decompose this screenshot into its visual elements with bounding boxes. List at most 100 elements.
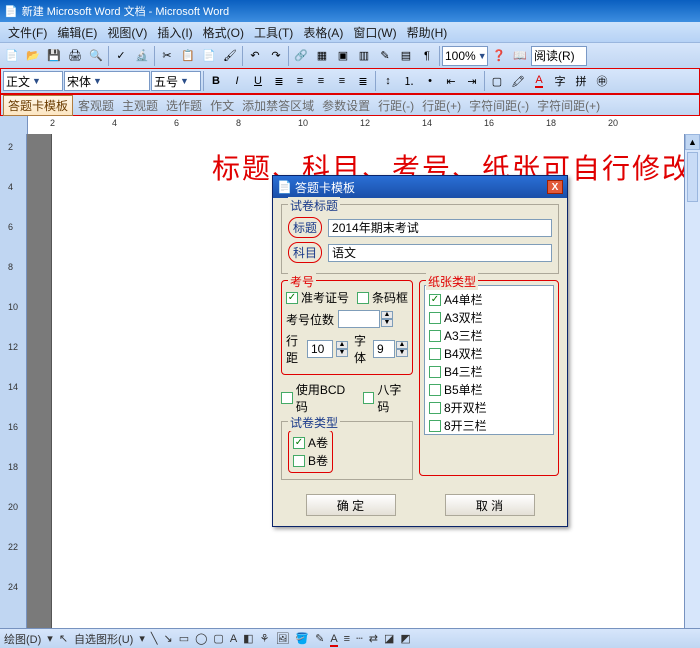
oval-icon[interactable]: ◯ bbox=[195, 632, 207, 645]
barcode-checkbox[interactable] bbox=[357, 292, 369, 304]
print-icon[interactable]: 🖨 bbox=[65, 46, 85, 66]
book-icon[interactable]: 📖 bbox=[510, 46, 530, 66]
align-both-icon[interactable]: ≣ bbox=[269, 71, 289, 91]
docmap-icon[interactable]: ▤ bbox=[396, 46, 416, 66]
highlight-icon[interactable]: 🖍 bbox=[508, 71, 528, 91]
align-center-icon[interactable]: ≡ bbox=[311, 71, 331, 91]
ok-button[interactable]: 确 定 bbox=[306, 494, 396, 516]
picture-icon[interactable]: 🖼 bbox=[275, 632, 289, 645]
b-checkbox[interactable] bbox=[293, 455, 305, 467]
paper-checkbox[interactable] bbox=[429, 330, 441, 342]
subject-input[interactable] bbox=[328, 244, 552, 262]
params-button[interactable]: 参数设置 bbox=[319, 96, 373, 115]
fontcolor2-icon[interactable]: A bbox=[330, 633, 337, 645]
paper-checkbox[interactable] bbox=[429, 384, 441, 396]
arrowstyle-icon[interactable]: ⇄ bbox=[369, 632, 378, 645]
fontcolor-icon[interactable]: A bbox=[529, 71, 549, 91]
choice-button[interactable]: 选作题 bbox=[163, 96, 205, 115]
font-spinner[interactable]: ▲▼ bbox=[396, 341, 408, 357]
linestyle-icon[interactable]: ≡ bbox=[344, 633, 350, 645]
cancel-button[interactable]: 取 消 bbox=[445, 494, 535, 516]
linecolor-icon[interactable]: ✎ bbox=[315, 632, 324, 645]
hyperlink-icon[interactable]: 🔗 bbox=[291, 46, 311, 66]
paper-option[interactable]: B4三栏 bbox=[429, 363, 549, 380]
paper-checkbox[interactable] bbox=[429, 348, 441, 360]
para-icon[interactable]: ¶ bbox=[417, 46, 437, 66]
align-dist-icon[interactable]: ≣ bbox=[353, 71, 373, 91]
paste-icon[interactable]: 📄 bbox=[199, 46, 219, 66]
paper-option[interactable]: ✓A4单栏 bbox=[429, 291, 549, 308]
fillcolor-icon[interactable]: 🪣 bbox=[295, 632, 309, 645]
table-icon[interactable]: ▦ bbox=[312, 46, 332, 66]
menu-window[interactable]: 窗口(W) bbox=[349, 24, 400, 41]
paper-checkbox[interactable] bbox=[429, 402, 441, 414]
read-mode-button[interactable]: 阅读(R) bbox=[531, 46, 587, 66]
bold-icon[interactable]: B bbox=[206, 71, 226, 91]
menu-edit[interactable]: 编辑(E) bbox=[53, 24, 101, 41]
linesp-minus-button[interactable]: 行距(-) bbox=[375, 96, 417, 115]
enclose-icon[interactable]: ㊥ bbox=[592, 71, 612, 91]
paper-listbox[interactable]: ✓A4单栏A3双栏A3三栏B4双栏B4三栏B5单栏8开双栏8开三栏32开大32开 bbox=[424, 285, 554, 435]
paper-option[interactable]: B5单栏 bbox=[429, 381, 549, 398]
numlist-icon[interactable]: ⒈ bbox=[399, 71, 419, 91]
line-icon[interactable]: ╲ bbox=[151, 632, 158, 645]
linesp-input[interactable] bbox=[307, 340, 333, 358]
scroll-up-icon[interactable]: ▲ bbox=[685, 134, 700, 150]
excel-icon[interactable]: ▣ bbox=[333, 46, 353, 66]
digits-input[interactable] bbox=[338, 310, 380, 328]
drawing-icon[interactable]: ✎ bbox=[375, 46, 395, 66]
align-right-icon[interactable]: ≡ bbox=[332, 71, 352, 91]
wordart-icon[interactable]: A bbox=[230, 633, 237, 645]
menu-tools[interactable]: 工具(T) bbox=[250, 24, 297, 41]
spell-icon[interactable]: ✓ bbox=[111, 46, 131, 66]
template-button[interactable]: 答题卡模板 bbox=[3, 95, 73, 116]
bullist-icon[interactable]: • bbox=[420, 71, 440, 91]
dialog-titlebar[interactable]: 📄 答题卡模板 X bbox=[273, 176, 567, 198]
paper-option[interactable]: B4双栏 bbox=[429, 345, 549, 362]
outdent-icon[interactable]: ⇤ bbox=[441, 71, 461, 91]
style-combo[interactable]: 正文▼ bbox=[3, 71, 63, 91]
menu-format[interactable]: 格式(O) bbox=[199, 24, 248, 41]
cut-icon[interactable]: ✂ bbox=[157, 46, 177, 66]
autoshapes-menu[interactable]: 自选图形(U) bbox=[74, 631, 133, 647]
size-combo[interactable]: 五号▼ bbox=[151, 71, 201, 91]
preview-icon[interactable]: 🔍 bbox=[86, 46, 106, 66]
clipart-icon[interactable]: ⚘ bbox=[260, 632, 270, 645]
zoom-combo[interactable]: 100%▼ bbox=[442, 46, 488, 66]
charshade-icon[interactable]: 字 bbox=[550, 71, 570, 91]
border-icon[interactable]: ▢ bbox=[487, 71, 507, 91]
indent-icon[interactable]: ⇥ bbox=[462, 71, 482, 91]
linespacing-icon[interactable]: ↕ bbox=[378, 71, 398, 91]
redo-icon[interactable]: ↷ bbox=[266, 46, 286, 66]
save-icon[interactable]: 💾 bbox=[44, 46, 64, 66]
close-icon[interactable]: X bbox=[547, 180, 563, 194]
help-icon[interactable]: ❓ bbox=[489, 46, 509, 66]
copy-icon[interactable]: 📋 bbox=[178, 46, 198, 66]
columns-icon[interactable]: ▥ bbox=[354, 46, 374, 66]
font-input[interactable] bbox=[373, 340, 395, 358]
menu-file[interactable]: 文件(F) bbox=[4, 24, 51, 41]
digits-spinner[interactable]: ▲▼ bbox=[381, 311, 393, 327]
font-combo[interactable]: 宋体▼ bbox=[64, 71, 150, 91]
a-checkbox[interactable]: ✓ bbox=[293, 437, 305, 449]
menu-insert[interactable]: 插入(I) bbox=[153, 24, 196, 41]
admit-checkbox[interactable]: ✓ bbox=[286, 292, 298, 304]
title-input[interactable] bbox=[328, 219, 552, 237]
textbox-icon[interactable]: ▢ bbox=[213, 632, 223, 645]
paper-checkbox[interactable]: ✓ bbox=[429, 294, 441, 306]
subjective-button[interactable]: 主观题 bbox=[119, 96, 161, 115]
essay-button[interactable]: 作文 bbox=[207, 96, 237, 115]
charsp-minus-button[interactable]: 字符间距(-) bbox=[466, 96, 532, 115]
format-painter-icon[interactable]: 🖌 bbox=[220, 46, 240, 66]
select-icon[interactable]: ↖ bbox=[59, 632, 68, 645]
linesp-plus-button[interactable]: 行距(+) bbox=[419, 96, 464, 115]
vertical-scrollbar[interactable]: ▲ bbox=[684, 134, 700, 628]
menu-view[interactable]: 视图(V) bbox=[103, 24, 151, 41]
linesp-spinner[interactable]: ▲▼ bbox=[336, 341, 348, 357]
bazi-checkbox[interactable] bbox=[363, 392, 375, 404]
bcd-checkbox[interactable] bbox=[281, 392, 293, 404]
underline-icon[interactable]: U bbox=[248, 71, 268, 91]
paper-checkbox[interactable] bbox=[429, 420, 441, 432]
rect-icon[interactable]: ▭ bbox=[179, 632, 189, 645]
phonetic-icon[interactable]: 拼 bbox=[571, 71, 591, 91]
